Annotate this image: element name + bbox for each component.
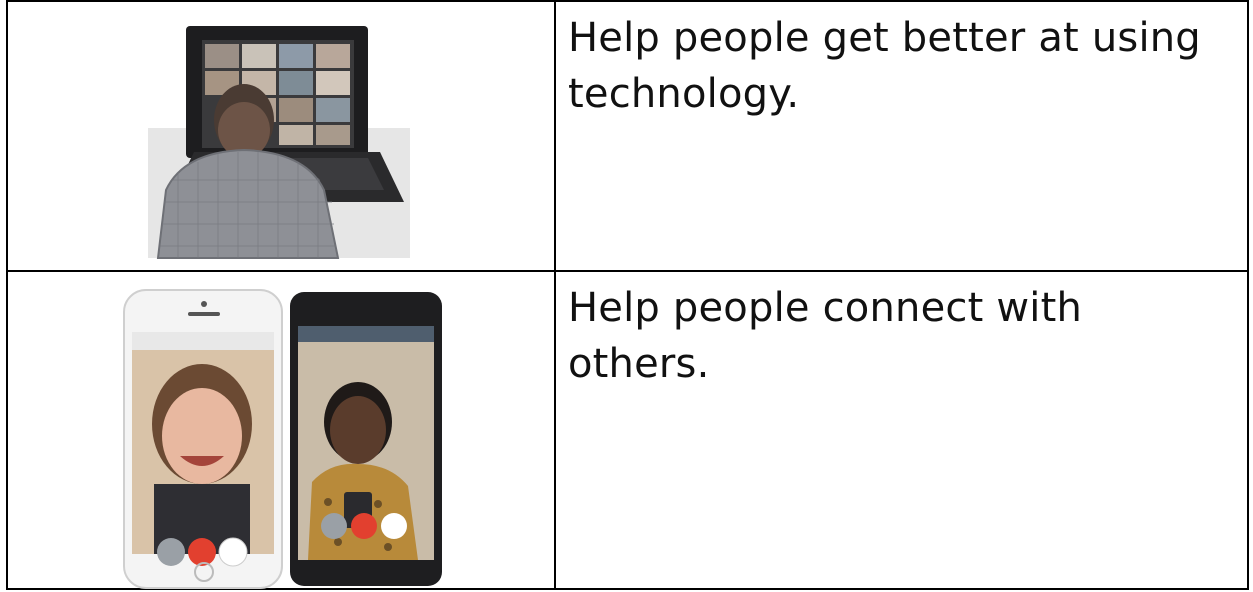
row-text: Help people get better at using technolo…: [568, 15, 1201, 117]
image-cell: [8, 2, 556, 270]
black-phone: [290, 292, 442, 586]
laptop-video-call-image: [148, 26, 410, 259]
phones-video-call-image: [123, 289, 442, 589]
content-table: Help people get better at using technolo…: [6, 0, 1249, 590]
white-phone: [123, 289, 283, 589]
table-row: Help people connect with others.: [8, 272, 1247, 590]
row-text: Help people connect with others.: [568, 285, 1083, 387]
text-cell: Help people connect with others.: [556, 272, 1247, 590]
table-row: Help people get better at using technolo…: [8, 2, 1247, 272]
text-cell: Help people get better at using technolo…: [556, 2, 1247, 270]
image-cell: [8, 272, 556, 590]
